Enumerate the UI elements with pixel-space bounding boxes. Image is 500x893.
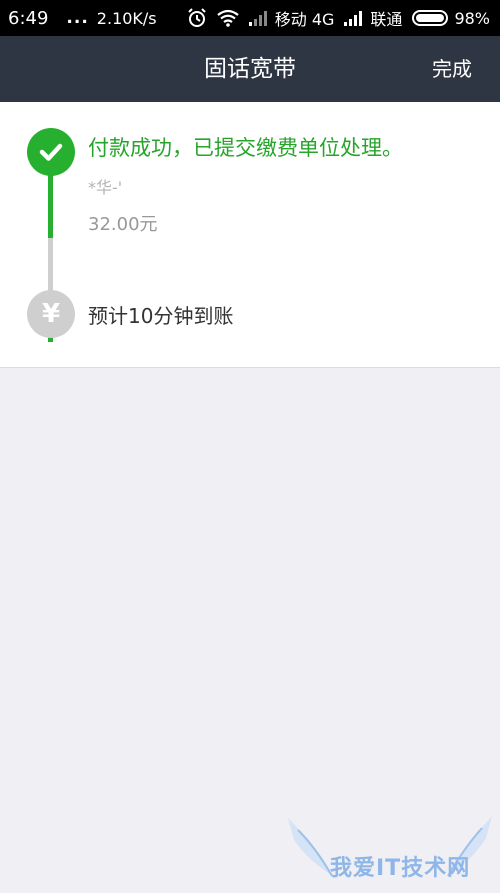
signal-icon-1 bbox=[248, 10, 269, 26]
status-right: 移动 4G 联通 98% bbox=[177, 6, 490, 30]
done-button[interactable]: 完成 bbox=[432, 36, 472, 102]
account-name: *华-' bbox=[88, 178, 123, 197]
payment-success-text: 付款成功，已提交缴费单位处理。 bbox=[88, 136, 403, 160]
wifi-icon bbox=[217, 9, 239, 27]
yen-icon: ¥ bbox=[27, 290, 75, 338]
page-title: 固话宽带 bbox=[204, 56, 296, 82]
success-check-icon bbox=[27, 128, 75, 176]
payment-amount: 32.00元 bbox=[88, 214, 158, 235]
network-speed: 2.10K/s bbox=[96, 8, 157, 28]
watermark-logo: 我爱IT技术网 bbox=[280, 810, 500, 889]
title-bar: 固话宽带 完成 bbox=[0, 36, 500, 102]
carrier2-label: 联通 bbox=[370, 10, 403, 29]
watermark-text: 我爱IT技术网 bbox=[330, 856, 471, 881]
progress-line-pending bbox=[48, 238, 53, 294]
alarm-icon bbox=[187, 8, 207, 28]
yen-symbol: ¥ bbox=[41, 299, 61, 329]
signal-icon-2 bbox=[344, 10, 364, 26]
status-time: 6:49 bbox=[8, 7, 49, 29]
status-bar: 6:49 ... 2.10K/s 移动 4G 联通 98% bbox=[0, 0, 500, 36]
payment-progress-card: 付款成功，已提交缴费单位处理。 *华-' 32.00元 ¥ 预计10分钟到账 bbox=[0, 102, 500, 368]
status-dots: ... bbox=[66, 8, 89, 28]
battery-percent: 98% bbox=[454, 8, 490, 28]
estimated-arrival-text: 预计10分钟到账 bbox=[88, 304, 234, 328]
carrier1-label: 移动 4G bbox=[274, 10, 335, 29]
status-left: 6:49 ... 2.10K/s bbox=[8, 8, 157, 29]
battery-fill bbox=[416, 14, 444, 22]
battery-icon bbox=[412, 10, 449, 26]
